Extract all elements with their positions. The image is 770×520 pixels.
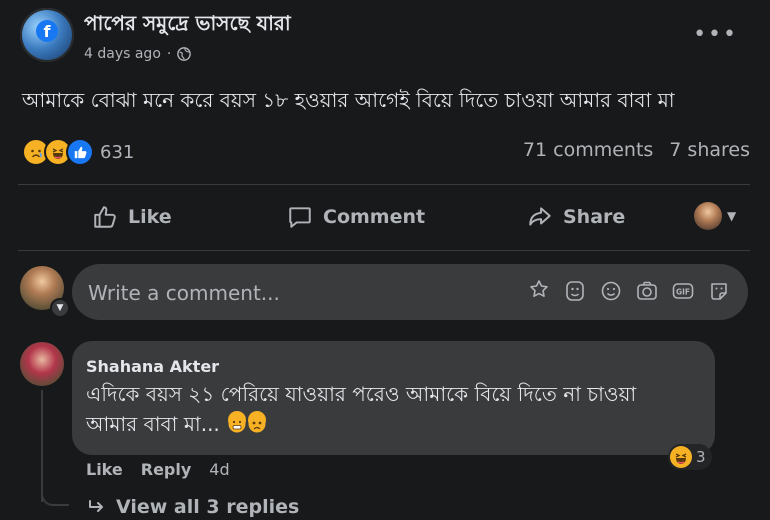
comment-bubble-icon xyxy=(289,207,311,228)
thread-connector xyxy=(41,486,69,506)
caret-down-icon[interactable]: ▼ xyxy=(727,209,736,223)
comment-reaction-count: 3 xyxy=(696,448,706,466)
page-name[interactable]: পাপের সমুদ্রে ভাসছে যারা xyxy=(84,9,291,42)
share-label: Share xyxy=(563,206,626,228)
shares-count-link[interactable]: 7 shares xyxy=(669,139,750,161)
emoji-icon[interactable] xyxy=(600,278,622,304)
like-thumb-outline-icon xyxy=(94,206,116,228)
chevron-down-icon[interactable]: ▼ xyxy=(50,298,70,318)
post-meta: 4 days ago · xyxy=(84,46,192,62)
divider xyxy=(18,250,750,251)
share-button[interactable]: Share xyxy=(527,200,625,234)
comment-reply-button[interactable]: Reply xyxy=(141,460,192,479)
comment-text: এদিকে বয়স ২১ পেরিয়ে যাওয়ার পরেও আমাকে… xyxy=(86,382,637,436)
like-label: Like xyxy=(128,206,172,228)
facebook-logo-icon: f xyxy=(36,20,58,42)
composer-tools: GIF xyxy=(528,278,730,304)
grimace-face-icon xyxy=(228,411,247,433)
comment-age[interactable]: 4d xyxy=(209,460,229,479)
comment-composer[interactable]: GIF xyxy=(72,264,748,320)
view-replies-link[interactable]: View all 3 replies xyxy=(88,496,299,518)
gif-icon[interactable]: GIF xyxy=(672,278,694,304)
globe-icon xyxy=(177,47,192,61)
comment-button[interactable]: Comment xyxy=(287,200,425,234)
meta-separator: · xyxy=(166,46,172,62)
comment-author[interactable]: Shahana Akter xyxy=(86,357,219,376)
camera-icon[interactable] xyxy=(636,278,658,304)
comments-count-link[interactable]: 71 comments xyxy=(523,139,653,161)
like-thumb-icon xyxy=(66,138,94,166)
avatar-sticker-icon[interactable] xyxy=(528,278,550,304)
post-text: আমাকে বোঝা মনে করে বয়স ১৮ হওয়ার আগেই ব… xyxy=(22,88,675,112)
comment-bubble: Shahana Akter এদিকে বয়স ২১ পেরিয়ে যাওয… xyxy=(72,341,715,455)
comment-text-wrap: এদিকে বয়স ২১ পেরিয়ে যাওয়ার পরেও আমাকে… xyxy=(86,379,686,439)
page-avatar[interactable]: f xyxy=(20,8,74,62)
comment-actions: Like Reply 4d xyxy=(86,460,230,479)
divider xyxy=(18,184,750,185)
engagement-counts: 71 comments 7 shares xyxy=(523,139,750,161)
share-as-avatar[interactable] xyxy=(694,202,722,230)
reaction-count[interactable]: 631 xyxy=(100,142,134,163)
svg-text:GIF: GIF xyxy=(676,288,690,297)
comment-reaction-pill[interactable]: 3 xyxy=(668,444,712,470)
share-arrow-icon xyxy=(529,207,551,226)
like-button[interactable]: Like xyxy=(92,200,172,234)
comment-input[interactable] xyxy=(86,278,510,308)
view-replies-label: View all 3 replies xyxy=(116,496,300,518)
frown-face-icon xyxy=(248,411,267,433)
more-options-button[interactable]: ••• xyxy=(693,22,738,47)
sticker-icon[interactable] xyxy=(564,278,586,304)
post-time[interactable]: 4 days ago xyxy=(84,46,161,62)
sticker-face-icon[interactable] xyxy=(708,278,730,304)
reaction-summary[interactable]: 631 xyxy=(22,138,134,166)
reply-arrow-icon xyxy=(89,500,103,512)
comment-like-button[interactable]: Like xyxy=(86,460,123,479)
commenter-avatar[interactable] xyxy=(20,342,64,386)
haha-face-icon xyxy=(670,446,692,468)
comment-label: Comment xyxy=(323,206,426,228)
